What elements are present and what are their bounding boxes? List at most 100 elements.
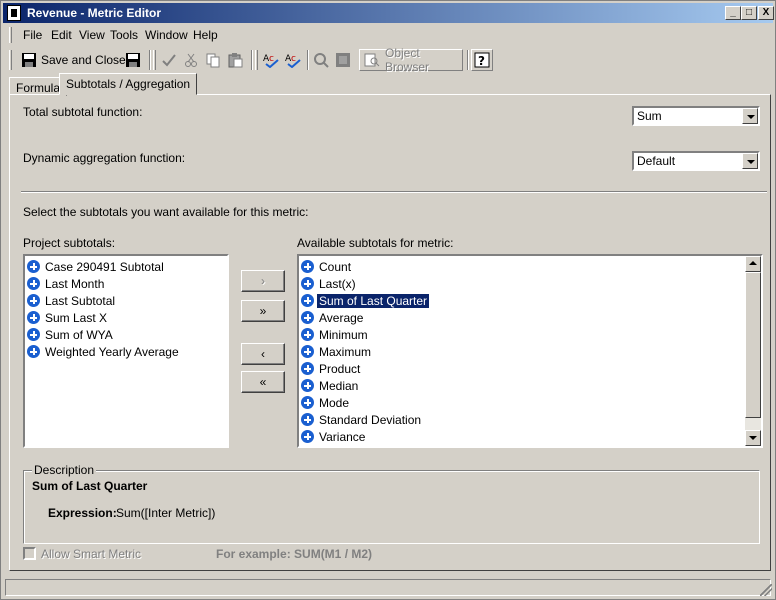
menu-help[interactable]: Help [193, 28, 218, 42]
plus-icon [27, 294, 40, 307]
toolbar-grip-3 [255, 50, 258, 70]
allow-smart-metric-checkbox[interactable] [23, 547, 36, 560]
menu-file[interactable]: File [23, 28, 42, 42]
toolbar-separator [251, 50, 253, 70]
menu-view[interactable]: View [79, 28, 105, 42]
add-all-button[interactable]: » [241, 300, 285, 322]
plus-icon [27, 328, 40, 341]
object-browser-icon [364, 52, 380, 68]
plus-icon [27, 345, 40, 358]
expression-value: Sum([Inter Metric]) [116, 506, 216, 520]
add-button[interactable]: › [241, 270, 285, 292]
plus-icon [301, 379, 314, 392]
help-button[interactable]: ? [471, 49, 493, 71]
title-bar[interactable]: Revenue - Metric Editor _ □ X [3, 3, 774, 23]
status-bar [3, 577, 773, 597]
paste-button[interactable] [227, 50, 243, 70]
list-scrollbar[interactable] [745, 256, 761, 446]
list-item[interactable]: Sum of WYA [27, 326, 115, 343]
list-item-selected[interactable]: Sum of Last Quarter [301, 292, 431, 309]
available-subtotals-list[interactable]: Count Last(x) Sum of Last Quarter Averag… [297, 254, 763, 448]
plus-icon [301, 345, 314, 358]
metric-editor-window: Revenue - Metric Editor _ □ X File Edit … [0, 0, 776, 600]
project-subtotals-label: Project subtotals: [23, 236, 116, 250]
square-icon [335, 52, 351, 68]
scroll-thumb[interactable] [745, 272, 761, 418]
scroll-down-icon[interactable] [745, 430, 761, 446]
abc-check-icon: Ac [263, 52, 279, 69]
menu-window[interactable]: Window [145, 28, 188, 42]
maximize-button[interactable]: □ [741, 6, 757, 20]
plus-icon [27, 311, 40, 324]
remove-all-button[interactable]: « [241, 371, 285, 393]
available-subtotals-label: Available subtotals for metric: [297, 236, 454, 250]
toolbar-grip[interactable] [9, 50, 12, 70]
list-item[interactable]: Weighted Yearly Average [27, 343, 181, 360]
close-button[interactable]: X [758, 6, 774, 20]
svg-text:?: ? [478, 54, 485, 68]
chevron-down-icon[interactable] [742, 153, 758, 169]
dynamic-aggregation-label: Dynamic aggregation function: [23, 151, 186, 165]
list-item[interactable]: Maximum [301, 343, 373, 360]
scroll-up-icon[interactable] [745, 256, 761, 272]
clipboard-icon [227, 52, 243, 68]
toolbar-separator [467, 50, 469, 70]
find-button[interactable] [313, 50, 329, 70]
description-group-label: Description [32, 463, 97, 477]
search-icon [313, 52, 329, 68]
description-name: Sum of Last Quarter [32, 479, 148, 493]
list-item[interactable]: Mode [301, 394, 351, 411]
cut-button[interactable] [183, 50, 199, 70]
save-and-close-label: Save and Close [41, 53, 126, 67]
project-subtotals-list[interactable]: Case 290491 Subtotal Last Month Last Sub… [23, 254, 229, 448]
total-subtotal-dropdown[interactable]: Sum [632, 106, 760, 126]
total-subtotal-label: Total subtotal function: [23, 105, 143, 119]
list-item[interactable]: Average [301, 309, 365, 326]
status-pane [5, 579, 771, 596]
list-item[interactable]: Last Subtotal [27, 292, 117, 309]
list-item[interactable]: Count [301, 258, 353, 275]
scissors-icon [183, 52, 199, 68]
menu-edit[interactable]: Edit [51, 28, 72, 42]
list-item[interactable]: Standard Deviation [301, 411, 423, 428]
divider [21, 191, 767, 193]
spell-check-all-button[interactable]: Ac [285, 50, 301, 70]
list-item[interactable]: Sum Last X [27, 309, 109, 326]
plus-icon [301, 311, 314, 324]
copy-icon [205, 52, 221, 68]
save-and-close-button[interactable]: Save and Close [21, 50, 126, 70]
spell-check-button[interactable]: Ac [263, 50, 279, 70]
smart-metric-example: For example: SUM(M1 / M2) [216, 547, 373, 561]
resize-grip-icon[interactable] [760, 584, 772, 596]
list-item[interactable]: Product [301, 360, 362, 377]
plus-icon [27, 260, 40, 273]
toggle-button[interactable] [335, 50, 351, 70]
toolbar: Save and Close A c A c Object Browser ? [3, 46, 773, 74]
subtotals-instruction: Select the subtotals you want available … [23, 205, 309, 219]
minimize-button[interactable]: _ [725, 6, 741, 20]
window-title: Revenue - Metric Editor [27, 6, 162, 20]
menu-tools[interactable]: Tools [110, 28, 138, 42]
list-item[interactable]: Last(x) [301, 275, 358, 292]
chevron-down-icon[interactable] [742, 108, 758, 124]
check-syntax-button[interactable] [161, 50, 177, 70]
list-item[interactable]: Median [301, 377, 360, 394]
list-item[interactable]: Last Month [27, 275, 106, 292]
remove-button[interactable]: ‹ [241, 343, 285, 365]
save-button[interactable] [125, 50, 141, 70]
plus-icon [301, 362, 314, 375]
object-browser-button[interactable]: Object Browser [359, 46, 463, 74]
help-question-icon: ? [474, 52, 490, 68]
list-item[interactable]: Case 290491 Subtotal [27, 258, 166, 275]
list-item[interactable]: Minimum [301, 326, 370, 343]
abc-check-all-icon: Ac [285, 52, 301, 69]
menubar-grip[interactable] [9, 27, 12, 43]
list-item[interactable]: Variance [301, 428, 367, 445]
tab-subtotals-aggregation[interactable]: Subtotals / Aggregation [59, 73, 198, 95]
plus-icon [301, 260, 314, 273]
plus-icon [301, 328, 314, 341]
dynamic-aggregation-dropdown[interactable]: Default [632, 151, 760, 171]
app-icon [7, 5, 21, 21]
copy-button[interactable] [205, 50, 221, 70]
plus-icon [301, 430, 314, 443]
